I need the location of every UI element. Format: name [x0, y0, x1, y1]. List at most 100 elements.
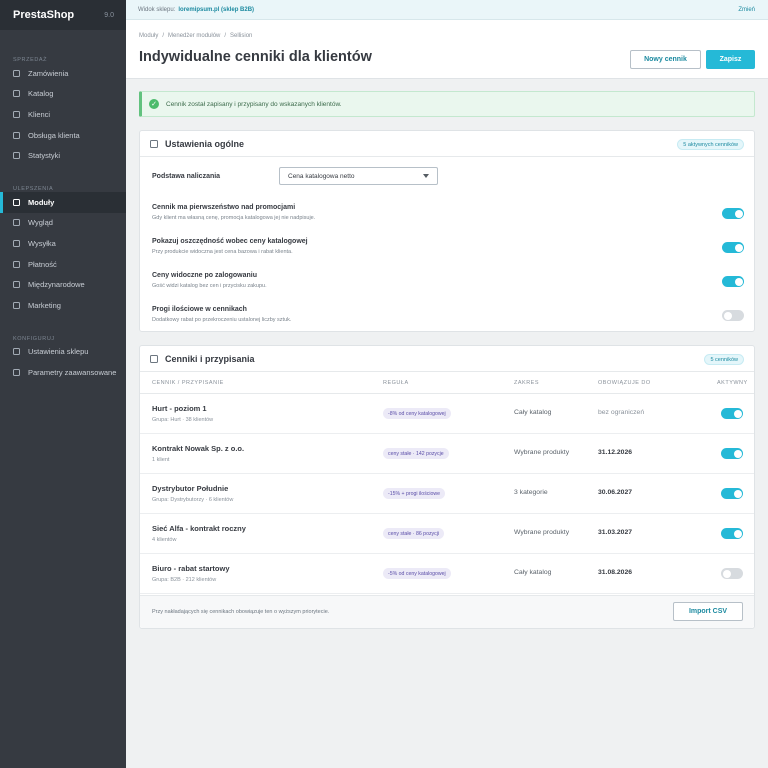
sidebar-item-modules[interactable]: Moduły	[0, 191, 126, 213]
table-footer: Przy nakładających się cennikach obowiąz…	[140, 595, 754, 628]
setting-row: Cennik ma pierwszeństwo nad promocjami G…	[152, 203, 744, 227]
pricelists-card: Cenniki i przypisania 5 cenników CENNIK …	[139, 345, 755, 629]
card-title: Cenniki i przypisania	[165, 353, 255, 364]
active-toggle[interactable]	[721, 528, 743, 539]
sidebar-item-label: Statystyki	[28, 151, 61, 161]
pricelist-valid-until: 31.08.2026	[598, 569, 633, 576]
column-header-name[interactable]: CENNIK / PRZYPISANIE	[152, 380, 224, 386]
active-toggle[interactable]	[721, 488, 743, 499]
base-price-select[interactable]: Cena katalogowa netto	[279, 167, 438, 185]
chevron-down-icon	[423, 174, 429, 178]
checkbox-icon	[13, 152, 20, 160]
setting-description: Dodatkowy rabat po przekroczeniu ustalon…	[152, 317, 292, 323]
sidebar-item-advanced[interactable]: Parametry zaawansowane	[0, 362, 126, 383]
pricelist-assignment: Grupa: Hurt · 38 klientów	[152, 417, 214, 423]
sidebar: PrestaShop 9.0 SPRZEDAŻ Zamówienia Katal…	[0, 0, 126, 768]
pricelist-name[interactable]: Hurt - poziom 1	[152, 404, 207, 413]
sidebar-item-payment[interactable]: Płatność	[0, 254, 126, 275]
change-shop-link[interactable]: Zmień	[738, 7, 755, 13]
sidebar-item-customers[interactable]: Klienci	[0, 104, 126, 125]
pricelist-valid-until: 31.12.2026	[598, 449, 633, 456]
card-title: Ustawienia ogólne	[165, 138, 245, 149]
page-header: Moduły / Menedżer modułów / Sellision Indywi…	[126, 20, 768, 79]
table-row[interactable]: Biuro - rabat startowy Grupa: B2B · 212 …	[140, 554, 754, 594]
sidebar-item-design[interactable]: Wygląd	[0, 213, 126, 234]
sidebar-item-shipping[interactable]: Wysyłka	[0, 233, 126, 254]
pricelist-scope: 3 kategorie	[514, 489, 548, 496]
setting-description: Gość widzi katalog bez cen i przycisku z…	[152, 283, 267, 289]
setting-toggle[interactable]	[722, 310, 744, 321]
table-row[interactable]: Sieć Alfa - kontrakt roczny 4 klientów c…	[140, 514, 754, 554]
breadcrumb-separator: /	[224, 33, 227, 39]
sidebar-item-label: Ustawienia sklepu	[28, 347, 89, 357]
pricelist-count-badge: 5 cenników	[704, 354, 744, 365]
breadcrumb-modules[interactable]: Moduły	[139, 33, 158, 39]
checkbox-icon	[150, 354, 158, 363]
version-label: 9.0	[104, 11, 114, 19]
save-button[interactable]: Zapisz	[706, 50, 755, 69]
setting-row: Progi ilościowe w cennikach Dodatkowy ra…	[152, 305, 744, 329]
sidebar-item-label: Wysyłka	[28, 238, 56, 248]
pricelist-valid-until: 31.03.2027	[598, 529, 633, 536]
column-header-scope[interactable]: ZAKRES	[514, 380, 539, 386]
table-row[interactable]: Kontrakt Nowak Sp. z o.o. 1 klient ceny …	[140, 434, 754, 474]
table-header: CENNIK / PRZYPISANIE REGUŁA ZAKRES OBOWI…	[140, 373, 754, 394]
nav-section-configure: KONFIGURUJ	[13, 335, 55, 342]
setting-toggle[interactable]	[722, 208, 744, 219]
column-header-valid[interactable]: OBOWIĄZUJE DO	[598, 380, 651, 386]
sidebar-item-label: Płatność	[28, 259, 57, 269]
checkbox-icon	[13, 69, 20, 77]
breadcrumb-module-manager[interactable]: Menedżer modułów	[168, 33, 220, 39]
sidebar-item-orders[interactable]: Zamówienia	[0, 63, 126, 84]
pricelist-scope: Wybrane produkty	[514, 449, 570, 456]
column-header-rule[interactable]: REGUŁA	[383, 380, 409, 386]
table-row[interactable]: Dystrybutor Południe Grupa: Dystrybutorz…	[140, 474, 754, 514]
checkbox-icon	[13, 348, 20, 356]
setting-toggle[interactable]	[722, 276, 744, 287]
pricelist-scope: Wybrane produkty	[514, 529, 570, 536]
checkbox-icon	[13, 301, 20, 309]
checkbox-icon	[150, 139, 158, 148]
breadcrumb-current: Sellision	[230, 33, 253, 39]
import-csv-button[interactable]: Import CSV	[673, 602, 743, 621]
shop-context-bar: Widok sklepu: loremipsum.pl (sklep B2B) Z…	[126, 0, 768, 20]
active-toggle[interactable]	[721, 408, 743, 419]
sidebar-item-customer-service[interactable]: Obsługa klienta	[0, 125, 126, 146]
pricelist-valid-until: bez ograniczeń	[598, 409, 645, 416]
sidebar-item-label: Katalog	[28, 89, 54, 99]
checkbox-icon	[13, 239, 20, 247]
success-alert: ✓ Cennik został zapisany i przypisany do…	[139, 91, 755, 117]
sidebar-item-catalog[interactable]: Katalog	[0, 84, 126, 105]
new-pricelist-button[interactable]: Nowy cennik	[630, 50, 701, 69]
pricelist-name[interactable]: Sieć Alfa - kontrakt roczny	[152, 524, 246, 533]
checkbox-icon	[13, 260, 20, 268]
nav-section-improve: ULEPSZENIA	[13, 185, 54, 192]
sidebar-item-shop-settings[interactable]: Ustawienia sklepu	[0, 342, 126, 363]
alert-text: Cennik został zapisany i przypisany do w…	[166, 100, 342, 108]
pricelist-name[interactable]: Dystrybutor Południe	[152, 484, 228, 493]
active-toggle[interactable]	[721, 448, 743, 459]
active-toggle[interactable]	[721, 568, 743, 579]
table-row[interactable]: Hurt - poziom 1 Grupa: Hurt · 38 klientó…	[140, 394, 754, 434]
sidebar-item-international[interactable]: Międzynarodowe	[0, 274, 126, 295]
sidebar-item-label: Zamówienia	[28, 68, 69, 78]
column-header-active[interactable]: AKTYWNY	[717, 380, 748, 386]
breadcrumb: Moduły / Menedżer modułów / Sellision	[139, 33, 252, 39]
sidebar-item-label: Klienci	[28, 109, 51, 119]
setting-row: Ceny widoczne po zalogowaniu Gość widzi …	[152, 271, 744, 295]
brand-logo[interactable]: PrestaShop	[13, 9, 74, 21]
pricelist-assignment: 4 klientów	[152, 537, 177, 543]
base-price-value: Cena katalogowa netto	[288, 172, 355, 180]
sidebar-item-marketing[interactable]: Marketing	[0, 295, 126, 316]
pricelist-name[interactable]: Biuro - rabat startowy	[152, 564, 230, 573]
pricelist-valid-until: 30.06.2027	[598, 489, 633, 496]
setting-description: Gdy klient ma własną cenę, promocja kata…	[152, 215, 316, 221]
sidebar-item-stats[interactable]: Statystyki	[0, 145, 126, 166]
rule-pill: -5% od ceny katalogowej	[383, 568, 451, 579]
sidebar-item-label: Obsługa klienta	[28, 130, 80, 140]
pricelist-name[interactable]: Kontrakt Nowak Sp. z o.o.	[152, 444, 244, 453]
checkbox-icon	[13, 131, 20, 139]
sidebar-item-label: Wygląd	[28, 218, 53, 228]
sidebar-item-label: Parametry zaawansowane	[28, 367, 117, 377]
setting-toggle[interactable]	[722, 242, 744, 253]
